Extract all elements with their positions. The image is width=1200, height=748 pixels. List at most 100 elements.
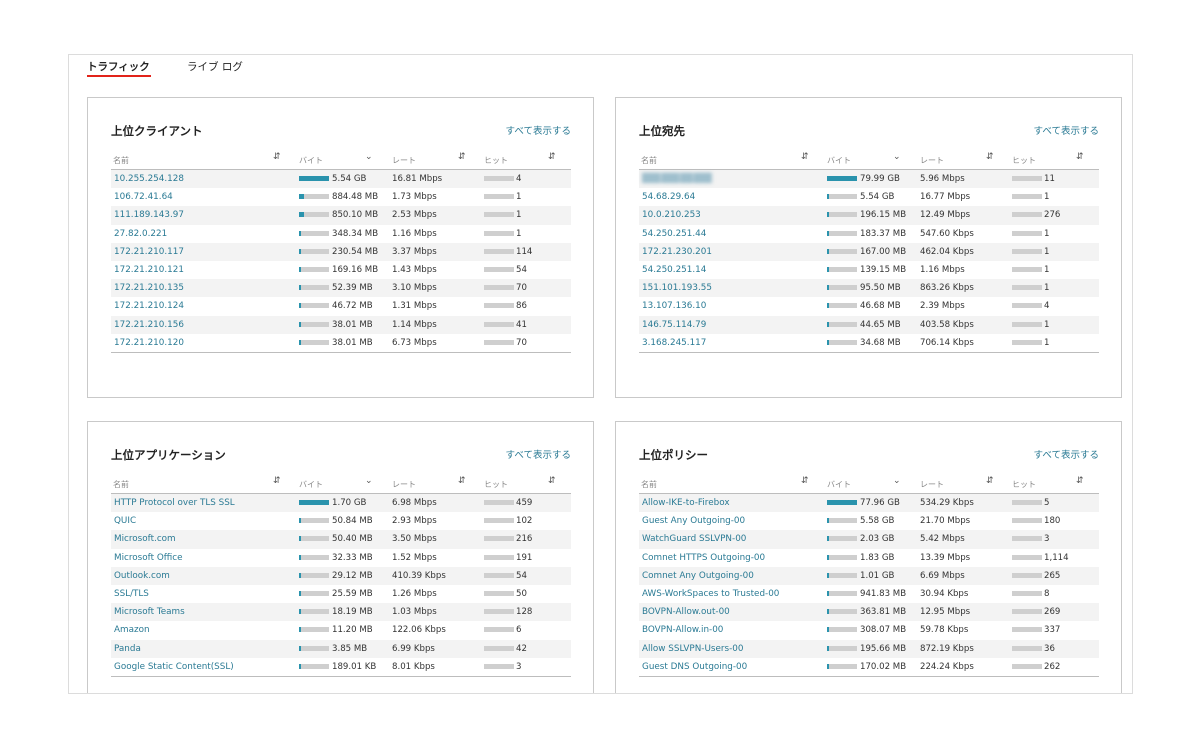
row-name-link[interactable]: Allow-IKE-to-Firebox [642,498,730,508]
row-rate: 16.77 Mbps [920,192,971,203]
row-name-link[interactable]: 172.21.210.121 [114,265,184,275]
row-name-link[interactable]: Microsoft Teams [114,607,185,617]
sort-hits-icon[interactable]: ⇵ [1076,152,1084,162]
row-name-link[interactable]: 146.75.114.79 [642,320,706,330]
sort-hits-icon[interactable]: ⇵ [1076,476,1084,486]
row-name-link[interactable]: 151.101.193.55 [642,283,712,293]
row-bytes: 5.54 GB [332,174,367,184]
sort-rate-icon[interactable]: ⇵ [458,476,466,486]
sort-rate-icon[interactable]: ⇵ [986,152,994,162]
row-name-link[interactable]: 27.82.0.221 [114,229,167,239]
row-bytes: 3.85 MB [332,643,368,654]
row-name-link[interactable]: 106.72.41.64 [114,192,173,202]
row-name-link[interactable]: Google Static Content(SSL) [114,662,234,672]
hits-bar [484,554,514,560]
row-name-link[interactable]: 111.189.143.97 [114,210,184,220]
row-name-link[interactable]: 10.0.210.253 [642,210,701,220]
bytes-share-bar [827,285,857,291]
bytes-share-bar [827,176,857,181]
column-header-hits: ヒット [484,480,508,489]
sort-name-icon[interactable]: ⇵ [273,152,281,162]
row-name-link[interactable]: 172.21.210.135 [114,283,184,293]
row-bytes: 5.54 GB [860,192,895,203]
sort-name-icon[interactable]: ⇵ [273,476,281,486]
row-name-link[interactable]: QUIC [114,516,136,526]
row-name-link[interactable]: 3.168.245.117 [642,338,706,348]
table-body: HTTP Protocol over TLS SSL 1.70 GB 6.98 Mb… [111,494,571,677]
row-rate: 6.98 Mbps [392,498,437,508]
row-bytes: 38.01 MB [332,337,373,348]
row-hits: 3 [516,661,522,672]
table-row: 151.101.193.55 95.50 MB 863.26 Kbps 1 [639,279,1099,298]
column-header-bytes: バイト [299,480,323,489]
row-name-link[interactable]: Panda [114,644,141,654]
row-name-link[interactable]: Comnet HTTPS Outgoing-00 [642,553,765,563]
table-row: 111.189.143.97 850.10 MB 2.53 Mbps 1 [111,206,571,225]
show-all-link[interactable]: すべて表示する [506,447,571,461]
row-name-link[interactable]: Outlook.com [114,571,170,581]
row-name-link[interactable]: Amazon [114,625,150,635]
bytes-share-fill [299,536,301,542]
row-name-link[interactable]: Allow SSLVPN-Users-00 [642,644,743,654]
sort-bytes-icon[interactable]: ⌄ [893,152,901,162]
bytes-share-bar [299,590,329,596]
sort-bytes-icon[interactable]: ⌄ [365,152,373,162]
row-name-link[interactable]: 54.250.251.14 [642,265,706,275]
bytes-share-fill [827,285,829,291]
bytes-share-fill [827,554,829,560]
table-row: 172.21.210.156 38.01 MB 1.14 Mbps 41 [111,315,571,334]
table-row: 10.255.254.128 5.54 GB 16.81 Mbps 4 [111,170,571,189]
show-all-link[interactable]: すべて表示する [1034,123,1099,137]
row-name-link[interactable]: 172.21.210.124 [114,301,184,311]
hits-bar [484,518,514,524]
sort-rate-icon[interactable]: ⇵ [986,476,994,486]
row-name-link[interactable]: Microsoft Office [114,553,183,563]
row-rate: 1.03 Mbps [392,607,437,618]
show-all-link[interactable]: すべて表示する [1034,447,1099,461]
row-name-link[interactable]: BOVPN-Allow.in-00 [642,625,723,635]
hits-bar [484,339,514,345]
row-name-link[interactable]: Guest DNS Outgoing-00 [642,662,747,672]
table-row: Microsoft.com 50.40 MB 3.50 Mbps 216 [111,530,571,549]
sort-rate-icon[interactable]: ⇵ [458,152,466,162]
bytes-share-bar [299,285,329,291]
panel-title: 上位ポリシー [639,448,708,462]
row-name-link[interactable]: 172.21.210.156 [114,320,184,330]
row-name-link[interactable]: 172.21.210.120 [114,338,184,348]
row-name-link[interactable]: Microsoft.com [114,534,176,544]
row-name-link[interactable]: ███.███.██.███ [642,174,712,184]
row-name-link[interactable]: Comnet Any Outgoing-00 [642,571,754,581]
sort-bytes-icon[interactable]: ⌄ [893,476,901,486]
row-name-link[interactable]: 172.21.210.117 [114,247,184,257]
hits-bar [484,285,514,291]
hits-bar [484,572,514,578]
sort-name-icon[interactable]: ⇵ [801,152,809,162]
row-hits: 1 [1044,228,1050,239]
hits-bar [1012,590,1042,596]
row-name-link[interactable]: AWS-WorkSpaces to Trusted-00 [642,589,779,599]
row-name-link[interactable]: WatchGuard SSLVPN-00 [642,534,746,544]
row-name-link[interactable]: SSL/TLS [114,589,149,599]
row-name-link[interactable]: 13.107.136.10 [642,301,706,311]
tab-live-log[interactable]: ライブ ログ [187,59,243,74]
column-header-name: 名前 [113,480,129,489]
row-name-link[interactable]: Guest Any Outgoing-00 [642,516,745,526]
show-all-link[interactable]: すべて表示する [506,123,571,137]
row-name-link[interactable]: HTTP Protocol over TLS SSL [114,498,235,508]
sort-hits-icon[interactable]: ⇵ [548,476,556,486]
bytes-share-fill [827,212,829,218]
sort-hits-icon[interactable]: ⇵ [548,152,556,162]
bytes-share-fill [299,500,329,505]
row-rate: 224.24 Kbps [920,661,974,672]
sort-bytes-icon[interactable]: ⌄ [365,476,373,486]
row-rate: 3.37 Mbps [392,246,437,257]
row-name-link[interactable]: 54.250.251.44 [642,229,706,239]
row-name-link[interactable]: 172.21.230.201 [642,247,712,257]
row-name-link[interactable]: 10.255.254.128 [114,174,184,184]
row-name-link[interactable]: BOVPN-Allow.out-00 [642,607,730,617]
sort-name-icon[interactable]: ⇵ [801,476,809,486]
table-header: 名前 ⇵ バイト ⌄ レート ⇵ ヒット ⇵ [639,476,1099,494]
row-name-link[interactable]: 54.68.29.64 [642,192,695,202]
tab-traffic[interactable]: トラフィック [87,59,150,74]
hits-bar [1012,285,1042,291]
